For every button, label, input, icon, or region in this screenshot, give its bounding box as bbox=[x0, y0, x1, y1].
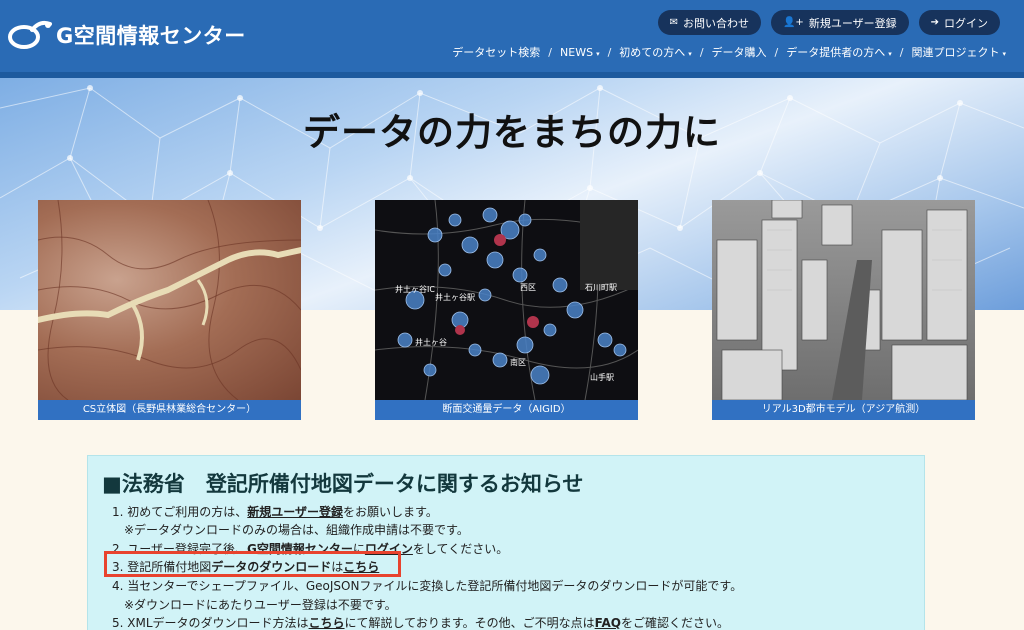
card-caption: 断面交通量データ（AIGID） bbox=[375, 400, 638, 420]
chevron-down-icon: ▾ bbox=[688, 50, 692, 58]
register-button[interactable]: 👤+ 新規ユーザー登録 bbox=[770, 10, 909, 35]
map-label: 井土ヶ谷IC bbox=[395, 284, 435, 294]
contact-button-label: お問い合わせ bbox=[682, 16, 749, 30]
card-caption: CS立体図（長野県林業総合センター） bbox=[38, 400, 301, 420]
card-cs-relief[interactable]: CS立体図（長野県林業総合センター） bbox=[38, 200, 301, 420]
site-header: G空間情報センター ✉ お問い合わせ 👤+ 新規ユーザー登録 ➔ ログイン デー… bbox=[0, 0, 1024, 72]
notice-line-1-note: ※データダウンロードのみの場合は、組織作成申請は不要です。 bbox=[124, 523, 469, 537]
nav-separator: / bbox=[774, 45, 779, 59]
notice-title: ■法務省 登記所備付地図データに関するお知らせ bbox=[102, 472, 584, 496]
notice-line-5: 5. XMLデータのダウンロード方法はこちらにて解説しております。その他、ご不明… bbox=[112, 614, 729, 630]
notice-text: にて解説しております。その他、ご不明な点は bbox=[344, 616, 595, 630]
notice-text: をしてください。 bbox=[412, 542, 509, 556]
notice-text: 1. 初めてご利用の方は、 bbox=[112, 505, 248, 519]
nav-item-news[interactable]: NEWS ▾ bbox=[560, 46, 600, 59]
nav-separator: / bbox=[699, 45, 704, 59]
notice-text: 5. XMLデータのダウンロード方法は bbox=[112, 616, 309, 630]
new-user-registration-link[interactable]: 新規ユーザー登録 bbox=[247, 505, 343, 519]
highlight-box bbox=[104, 551, 401, 577]
nav-item-data-purchase[interactable]: データ購入 bbox=[712, 44, 767, 60]
card-traffic-volume[interactable]: 西区 井土ヶ谷IC 井土ヶ谷駅 井土ヶ谷 南区 山手駅 石川町駅 断面交通量デー… bbox=[375, 200, 638, 420]
card-3d-city-model[interactable]: リアル3D都市モデル（アジア航測） bbox=[712, 200, 975, 420]
map-label: 南区 bbox=[510, 357, 526, 367]
nav-item-data-providers[interactable]: データ提供者の方へ ▾ bbox=[786, 44, 892, 60]
map-label: 石川町駅 bbox=[585, 283, 617, 292]
map-label: 山手駅 bbox=[590, 372, 614, 382]
user-plus-icon: 👤+ bbox=[782, 17, 804, 28]
xml-download-guide-link[interactable]: こちら bbox=[309, 616, 345, 630]
cs-relief-map-image bbox=[38, 200, 301, 400]
traffic-map-image: 西区 井土ヶ谷IC 井土ヶ谷駅 井土ヶ谷 南区 山手駅 石川町駅 bbox=[375, 200, 638, 400]
notice-text: をご確認ください。 bbox=[620, 616, 729, 630]
nav-item-dataset-search[interactable]: データセット検索 bbox=[452, 44, 540, 60]
nav-separator: / bbox=[607, 45, 612, 59]
city-model-image bbox=[712, 200, 975, 400]
notice-text: をお願いします。 bbox=[343, 505, 438, 519]
chevron-down-icon: ▾ bbox=[1002, 50, 1006, 58]
map-label: 井土ヶ谷駅 bbox=[435, 292, 475, 302]
nav-item-beginners-label: 初めての方へ bbox=[619, 46, 686, 59]
nav-item-related-projects[interactable]: 関連プロジェクト ▾ bbox=[911, 44, 1006, 60]
header-action-buttons: ✉ お問い合わせ 👤+ 新規ユーザー登録 ➔ ログイン bbox=[657, 10, 1000, 35]
nav-item-beginners[interactable]: 初めての方へ ▾ bbox=[619, 44, 692, 60]
nav-separator: / bbox=[899, 45, 904, 59]
notice-line-4-note: ※ダウンロードにあたりユーザー登録は不要です。 bbox=[124, 598, 397, 612]
nav-item-news-label: NEWS bbox=[560, 45, 594, 59]
contact-button[interactable]: ✉ お問い合わせ bbox=[657, 10, 761, 35]
map-label: 西区 bbox=[520, 283, 536, 292]
login-button-label: ログイン bbox=[944, 16, 988, 30]
notice-line-1: 1. 初めてご利用の方は、新規ユーザー登録をお願いします。 bbox=[112, 503, 438, 520]
login-button[interactable]: ➔ ログイン bbox=[918, 10, 1000, 35]
nav-item-data-providers-label: データ提供者の方へ bbox=[786, 46, 886, 59]
hero-title: データの力をまちの力に bbox=[303, 111, 721, 154]
nav-separator: / bbox=[548, 45, 553, 59]
nav-item-related-projects-label: 関連プロジェクト bbox=[911, 46, 1000, 59]
sign-in-icon: ➔ bbox=[930, 17, 939, 28]
card-caption: リアル3D都市モデル（アジア航測） bbox=[712, 400, 975, 420]
envelope-icon: ✉ bbox=[669, 17, 678, 28]
main-nav: データセット検索 / NEWS ▾ / 初めての方へ ▾ / データ購入 / データ… bbox=[452, 44, 1006, 60]
register-button-label: 新規ユーザー登録 bbox=[808, 16, 897, 30]
map-label: 井土ヶ谷 bbox=[415, 337, 447, 347]
faq-link[interactable]: FAQ bbox=[595, 616, 621, 630]
notice-line-4: 4. 当センターでシェープファイル、GeoJSONファイルに変換した登記所備付地… bbox=[112, 579, 743, 593]
logo-mark-icon bbox=[8, 20, 52, 49]
chevron-down-icon: ▾ bbox=[888, 50, 892, 58]
site-logo[interactable]: G空間情報センター bbox=[6, 18, 246, 52]
logo-text: G空間情報センター bbox=[56, 24, 246, 48]
chevron-down-icon: ▾ bbox=[596, 49, 600, 58]
